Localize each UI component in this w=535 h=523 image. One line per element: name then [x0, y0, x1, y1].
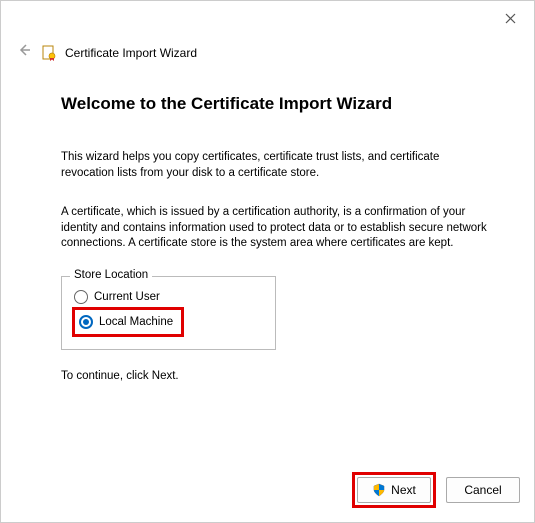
page-heading: Welcome to the Certificate Import Wizard	[61, 94, 494, 114]
radio-label-local-machine: Local Machine	[99, 316, 173, 328]
highlight-local-machine: Local Machine	[72, 307, 184, 337]
uac-shield-icon	[372, 483, 386, 497]
footer-buttons: Next Cancel	[352, 472, 520, 508]
intro-text: This wizard helps you copy certificates,…	[61, 150, 494, 181]
certificate-icon	[41, 45, 57, 61]
wizard-title: Certificate Import Wizard	[65, 46, 197, 60]
radio-dot	[83, 319, 89, 325]
continue-hint: To continue, click Next.	[61, 370, 494, 382]
close-button[interactable]	[496, 7, 524, 29]
cancel-button[interactable]: Cancel	[446, 477, 520, 503]
store-location-group: Store Location Current User Local Machin…	[61, 276, 276, 350]
radio-icon-unselected	[74, 290, 88, 304]
radio-label-current-user: Current User	[94, 291, 160, 303]
wizard-header: Certificate Import Wizard	[1, 41, 534, 64]
next-button[interactable]: Next	[357, 477, 431, 503]
radio-icon-selected	[79, 315, 93, 329]
close-icon	[505, 13, 516, 24]
next-button-label: Next	[391, 483, 416, 497]
back-button[interactable]	[15, 43, 33, 62]
back-arrow-icon	[17, 43, 31, 57]
description-text: A certificate, which is issued by a cert…	[61, 205, 494, 252]
radio-local-machine[interactable]: Local Machine	[77, 312, 175, 332]
radio-current-user[interactable]: Current User	[72, 287, 265, 307]
highlight-next-button: Next	[352, 472, 436, 508]
cancel-button-label: Cancel	[464, 483, 501, 497]
store-location-legend: Store Location	[70, 269, 152, 281]
